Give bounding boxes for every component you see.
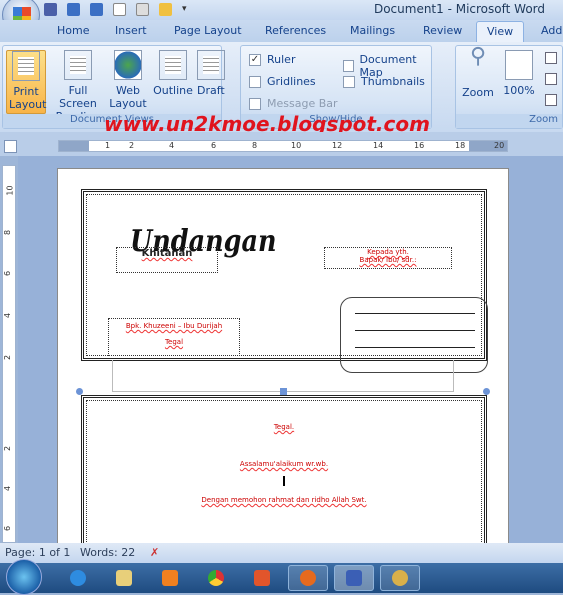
gridlines-checkbox[interactable]: Gridlines (249, 75, 316, 88)
redo-icon[interactable] (90, 2, 103, 16)
status-bar: Page: 1 of 1 Words: 22 ✗ (0, 543, 563, 563)
resize-handle[interactable] (76, 388, 83, 395)
group-label: Zoom (456, 114, 562, 128)
magnifier-icon: ⚲ (469, 44, 487, 69)
window-title: Document1 - Microsoft Word (373, 2, 545, 16)
zoom-button[interactable]: ⚲ Zoom (460, 44, 496, 100)
web-layout-button[interactable]: Web Layout (109, 50, 147, 110)
word-count[interactable]: Words: 22 (80, 546, 135, 559)
document-area[interactable]: Undangan Khitanan Kepada yth. Bapak/ Ibu/… (18, 156, 563, 543)
tab-view[interactable]: View (476, 21, 525, 43)
outline-button[interactable]: Outline (151, 50, 195, 97)
group-zoom: ⚲ Zoom 100% Zoom (455, 45, 563, 129)
tab-page-layout[interactable]: Page Layout (174, 24, 242, 37)
file-explorer-icon[interactable] (104, 565, 144, 591)
media-player-icon[interactable] (150, 565, 190, 591)
tab-home[interactable]: Home (57, 24, 89, 37)
customize-toolbar-icon[interactable]: ▾ (182, 4, 187, 14)
quick-access-toolbar: ▾ (44, 0, 187, 18)
chrome-icon[interactable] (196, 565, 236, 591)
tab-selector-button[interactable] (4, 140, 17, 153)
outline-icon (159, 50, 187, 80)
tab-references[interactable]: References (265, 24, 326, 37)
tab-add-ins[interactable]: Add (541, 24, 562, 37)
page-100-icon (505, 50, 533, 80)
ribbon-tabs: Home Insert Page Layout References Maili… (0, 20, 563, 43)
sender-box: Bpk. Khuzeeni – Ibu Durijah Tegal (108, 318, 240, 356)
draft-button[interactable]: Draft (197, 50, 225, 97)
text-cursor (283, 476, 285, 486)
two-pages-icon[interactable] (545, 73, 557, 85)
resize-handle[interactable] (483, 388, 490, 395)
print-layout-icon (12, 51, 40, 81)
page-count[interactable]: Page: 1 of 1 (5, 546, 70, 559)
full-screen-reading-icon (64, 50, 92, 80)
tab-mailings[interactable]: Mailings (350, 24, 395, 37)
message-bar-checkbox: Message Bar (249, 97, 338, 110)
letter-frame: Tegal. Assalamu'alaikum wr.wb. Dengan me… (81, 395, 487, 543)
resize-handle[interactable] (280, 388, 287, 395)
title-bar: ▾ Document1 - Microsoft Word (0, 0, 563, 20)
powerpoint-icon[interactable] (242, 565, 282, 591)
subtitle-box: Khitanan (116, 247, 218, 273)
save-icon[interactable] (44, 2, 57, 16)
start-button[interactable] (6, 559, 42, 595)
page-width-icon[interactable] (545, 94, 557, 106)
vertical-ruler[interactable]: 10 8 6 4 2 2 4 6 (2, 165, 16, 543)
recipient-box: Kepada yth. Bapak/ Ibu/ sdr.: (324, 247, 452, 269)
new-document-icon[interactable] (113, 2, 126, 16)
checkmark-icon: ✓ (249, 53, 261, 66)
zoom-100-button[interactable]: 100% (502, 50, 536, 97)
taskbar (0, 559, 563, 595)
tab-insert[interactable]: Insert (115, 24, 147, 37)
thumbnails-checkbox[interactable]: Thumbnails (343, 75, 425, 88)
one-page-icon[interactable] (545, 52, 557, 64)
paint-icon[interactable] (380, 565, 420, 591)
tab-review[interactable]: Review (423, 24, 462, 37)
horizontal-ruler[interactable]: 1 2 4 6 8 10 12 14 16 18 20 (58, 140, 508, 152)
ruler-checkbox[interactable]: ✓ Ruler (249, 53, 295, 66)
draft-icon (197, 50, 225, 80)
firefox-icon[interactable] (288, 565, 328, 591)
undo-icon[interactable] (67, 2, 80, 16)
print-preview-icon[interactable] (136, 2, 149, 16)
word-icon[interactable] (334, 565, 374, 591)
page[interactable]: Undangan Khitanan Kepada yth. Bapak/ Ibu/… (57, 168, 509, 543)
envelope-front: Undangan Khitanan Kepada yth. Bapak/ Ibu/… (81, 189, 488, 373)
open-folder-icon[interactable] (159, 2, 172, 16)
full-screen-reading-button[interactable]: Full Screen Reading (49, 50, 107, 123)
print-layout-button[interactable]: Print Layout (6, 50, 46, 114)
internet-explorer-icon[interactable] (58, 565, 98, 591)
web-layout-icon (114, 50, 142, 80)
proofing-icon[interactable]: ✗ (150, 546, 159, 559)
